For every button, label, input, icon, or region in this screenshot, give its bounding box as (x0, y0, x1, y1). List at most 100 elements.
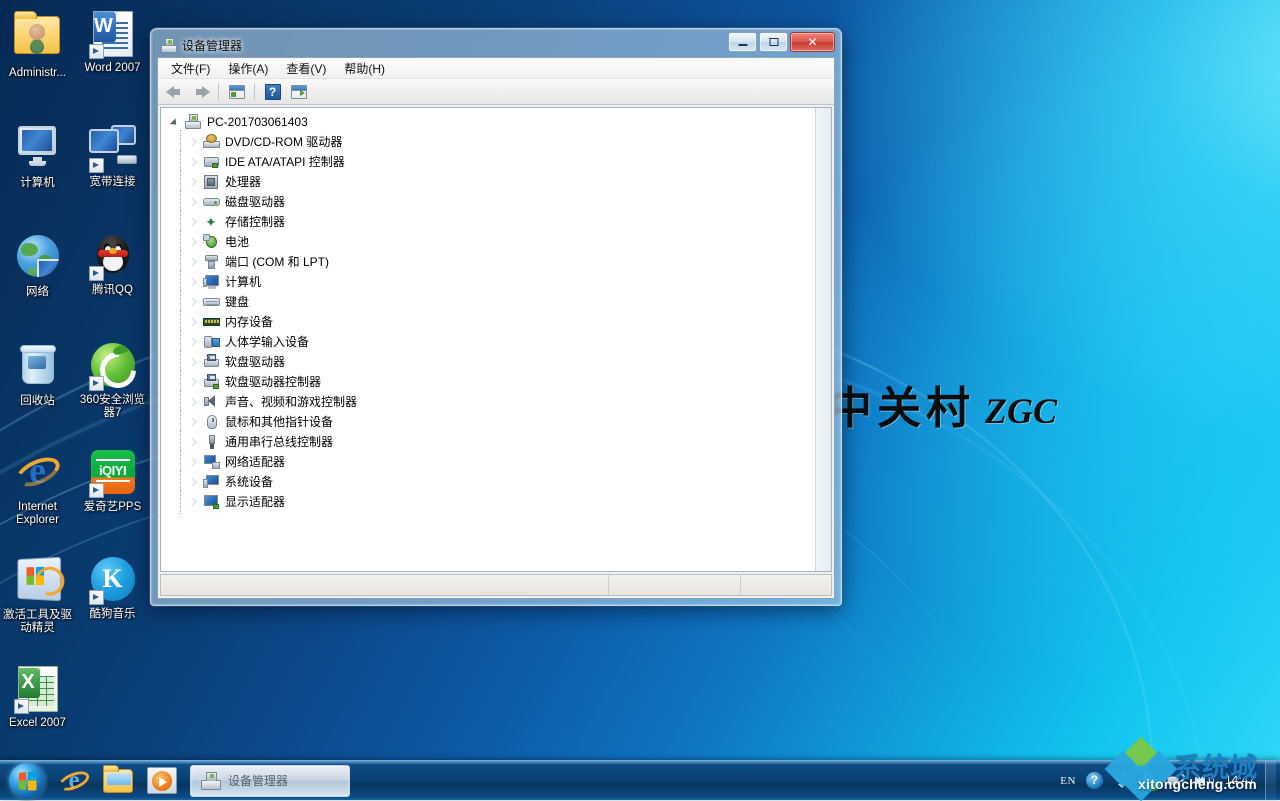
start-button[interactable] (2, 762, 52, 800)
tree-node-floppy-drive[interactable]: 软盘驱动器 (167, 350, 831, 374)
desktop-icon-internet-explorer[interactable]: e Internet Explorer (0, 444, 75, 533)
desktop-icon-360-browser[interactable]: 360安全浏览器7 (75, 337, 150, 426)
tray-safely-remove-hardware[interactable]: ✓ (1136, 761, 1162, 800)
tray-language-indicator[interactable]: EN (1055, 761, 1081, 800)
quicklaunch-media-player[interactable] (140, 763, 184, 799)
expander-icon[interactable] (189, 236, 201, 248)
display-adapter-icon (203, 494, 220, 510)
close-button[interactable]: ✕ (790, 32, 835, 52)
show-desktop-button[interactable] (1265, 761, 1276, 800)
desktop-icon-administrator[interactable]: Administr... (0, 6, 75, 86)
quicklaunch-internet-explorer[interactable]: e (52, 763, 96, 799)
desktop-icon-qq[interactable]: 腾讯QQ (75, 228, 150, 305)
chevron-up-icon (1113, 768, 1131, 794)
usb-controller-icon (203, 434, 220, 450)
status-pane-tertiary (741, 575, 831, 595)
expander-icon[interactable] (189, 476, 201, 488)
expander-icon[interactable] (171, 116, 183, 128)
minimize-button[interactable] (728, 32, 757, 52)
tree-node-system-device[interactable]: 系统设备 (167, 470, 831, 494)
tree-node-sound-video-game[interactable]: 声音、视频和游戏控制器 (167, 390, 831, 414)
tree-node-memory-device[interactable]: 内存设备 (167, 310, 831, 334)
tree-node-storage-controller[interactable]: ✦ 存储控制器 (167, 210, 831, 234)
taskbar: e 设备管理器 EN ? ✓ 14:47 (0, 760, 1280, 800)
expander-icon[interactable] (189, 176, 201, 188)
expander-icon[interactable] (189, 316, 201, 328)
tree-node-root[interactable]: PC-201703061403 (167, 112, 831, 132)
desktop-icon-network[interactable]: 网络 (0, 228, 75, 305)
scan-hardware-button[interactable] (287, 81, 310, 103)
tree-node-label: PC-201703061403 (207, 115, 308, 129)
tree-node-hid[interactable]: 人体学输入设备 (167, 330, 831, 354)
quicklaunch-windows-explorer[interactable] (96, 763, 140, 799)
tree-node-computer[interactable]: 计算机 (167, 270, 831, 294)
tree-node-label: 显示适配器 (225, 495, 286, 509)
internet-explorer-icon: e (11, 450, 64, 498)
desktop-icon-iqiyi-pps[interactable]: iQIYI 爱奇艺PPS (75, 444, 150, 533)
desktop-icon-word-2007[interactable]: W Word 2007 (75, 6, 150, 86)
tray-volume[interactable] (1190, 761, 1219, 800)
task-button-device-manager[interactable]: 设备管理器 (190, 764, 350, 797)
expander-icon[interactable] (189, 356, 201, 368)
desktop-icon-grid: Administr... W Word 2007 计算机 宽带连接 网络 腾讯Q… (0, 6, 150, 736)
desktop-icon-kugou-music[interactable]: K 酷狗音乐 (75, 551, 150, 641)
tray-clock[interactable]: 14:47 (1219, 773, 1265, 787)
tree-node-processor[interactable]: 处理器 (167, 170, 831, 194)
menu-help[interactable]: 帮助(H) (335, 58, 394, 79)
properties-button[interactable] (225, 81, 248, 103)
tree-node-display-adapter[interactable]: 显示适配器 (167, 490, 831, 514)
system-device-icon (203, 474, 220, 490)
tray-network[interactable] (1162, 761, 1190, 800)
kugou-music-icon: K (88, 557, 137, 605)
tree-node-disk-drive[interactable]: 磁盘驱动器 (167, 190, 831, 214)
device-manager-window[interactable]: 设备管理器 ✕ 文件(F) 操作(A) 查看(V) 帮助(H) ? PC-201… (150, 28, 842, 606)
floppy-controller-icon (203, 374, 220, 390)
expander-icon[interactable] (189, 296, 201, 308)
expander-icon[interactable] (189, 196, 201, 208)
tree-node-usb-controller[interactable]: 通用串行总线控制器 (167, 430, 831, 454)
disk-drive-icon (203, 194, 220, 210)
tray-show-hidden-icons[interactable] (1108, 761, 1136, 800)
expander-icon[interactable] (189, 396, 201, 408)
tree-node-mouse[interactable]: 鼠标和其他指针设备 (167, 410, 831, 434)
tree-scrollbar[interactable] (815, 108, 831, 571)
tray-help-icon[interactable]: ? (1081, 761, 1108, 800)
menu-view[interactable]: 查看(V) (277, 58, 335, 79)
back-button[interactable] (163, 81, 186, 103)
desktop-icon-broadband[interactable]: 宽带连接 (75, 118, 150, 196)
tree-node-label: IDE ATA/ATAPI 控制器 (225, 155, 345, 169)
expander-icon[interactable] (189, 496, 201, 508)
expander-icon[interactable] (189, 436, 201, 448)
status-pane-secondary (609, 575, 741, 595)
expander-icon[interactable] (189, 416, 201, 428)
expander-icon[interactable] (189, 256, 201, 268)
expander-icon[interactable] (189, 456, 201, 468)
desktop-icon-row: Administr... W Word 2007 (0, 6, 150, 86)
expander-icon[interactable] (189, 376, 201, 388)
desktop-icon-recycle-bin[interactable]: 回收站 (0, 337, 75, 426)
window-titlebar[interactable]: 设备管理器 ✕ (157, 32, 835, 56)
expander-icon[interactable] (189, 216, 201, 228)
tree-node-ports[interactable]: 端口 (COM 和 LPT) (167, 250, 831, 274)
desktop-icon-excel-2007[interactable]: X Excel 2007 (0, 661, 75, 736)
tree-node-dvd-cdrom[interactable]: DVD/CD-ROM 驱动器 (167, 130, 831, 154)
tree-node-floppy-controller[interactable]: 软盘驱动器控制器 (167, 370, 831, 394)
tree-node-keyboard[interactable]: 键盘 (167, 290, 831, 314)
tree-node-network-adapter[interactable]: 网络适配器 (167, 450, 831, 474)
help-button[interactable]: ? (261, 81, 284, 103)
desktop-icon-activation-tools[interactable]: 激活工具及驱动精灵 (0, 551, 75, 641)
device-tree[interactable]: PC-201703061403 DVD/CD-ROM 驱动器 IDE ATA/A… (160, 107, 832, 572)
expander-icon[interactable] (189, 136, 201, 148)
tree-node-ide-controller[interactable]: IDE ATA/ATAPI 控制器 (167, 150, 831, 174)
desktop-icon-computer[interactable]: 计算机 (0, 118, 75, 196)
tree-node-battery[interactable]: 电池 (167, 230, 831, 254)
forward-button[interactable] (189, 81, 212, 103)
expander-icon[interactable] (189, 336, 201, 348)
menu-action[interactable]: 操作(A) (219, 58, 277, 79)
menu-file[interactable]: 文件(F) (162, 58, 219, 79)
expander-icon[interactable] (189, 276, 201, 288)
expander-icon[interactable] (189, 156, 201, 168)
scan-hardware-icon (290, 84, 307, 99)
maximize-button[interactable] (759, 32, 788, 52)
shortcut-arrow-icon (88, 590, 104, 605)
